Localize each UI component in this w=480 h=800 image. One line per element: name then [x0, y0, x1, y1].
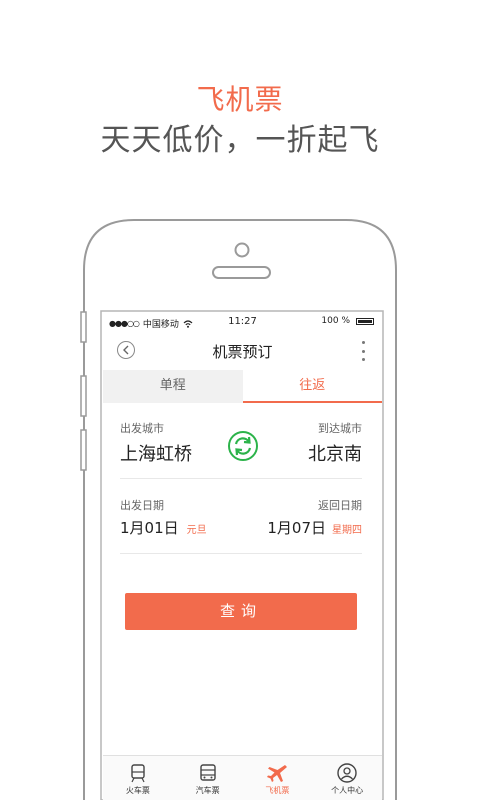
bottom-tab-label: 汽车票 — [195, 786, 220, 795]
divider — [120, 478, 362, 479]
train-icon — [131, 764, 145, 783]
user-icon — [337, 763, 357, 783]
arrival-city-label: 到达城市 — [318, 422, 362, 435]
bottom-tab-label: 火车票 — [125, 786, 150, 795]
tab-one-way[interactable]: 单程 — [103, 370, 243, 403]
navbar: 机票预订 — [103, 335, 382, 367]
tab-round-trip[interactable]: 往返 — [242, 370, 382, 403]
departure-city[interactable]: 上海虹桥 — [120, 440, 192, 466]
bottom-tab-label: 飞机票 — [265, 786, 290, 795]
return-date[interactable]: 1月07日 星期四 — [267, 517, 362, 538]
departure-city-label: 出发城市 — [120, 422, 164, 435]
bottom-tab-flight[interactable]: 飞机票 — [243, 756, 313, 800]
trip-type-tabs: 单程 往返 — [103, 370, 382, 403]
return-date-label: 返回日期 — [318, 499, 362, 512]
depart-date[interactable]: 1月01日 元旦 — [120, 517, 207, 538]
more-menu-button[interactable] — [360, 341, 366, 361]
battery-percent: 100 % — [321, 316, 350, 326]
divider — [120, 553, 362, 554]
bottom-tab-label: 个人中心 — [331, 786, 364, 795]
plane-icon — [267, 765, 288, 782]
arrival-city[interactable]: 北京南 — [308, 440, 362, 466]
search-button[interactable]: 查询 — [125, 593, 357, 630]
battery-icon — [356, 317, 374, 325]
phone-screen: ●●●○○ 中国移动 11:27 100 % 机票预订 单程 往返 出发城市 上… — [103, 313, 382, 800]
volume-switch-icon — [80, 311, 87, 343]
depart-date-value: 1月01日 — [120, 519, 179, 537]
page-title: 机票预订 — [212, 343, 273, 361]
bus-icon — [199, 764, 216, 781]
bottom-tab-bus[interactable]: 汽车票 — [173, 756, 243, 800]
date-selector: 出发日期 1月01日 元旦 返回日期 1月07日 星期四 — [103, 493, 382, 553]
swap-cities-icon[interactable] — [227, 430, 259, 462]
dot-icon — [361, 341, 365, 344]
return-date-value: 1月07日 — [267, 519, 326, 537]
status-bar: ●●●○○ 中国移动 11:27 100 % — [103, 313, 382, 331]
depart-date-label: 出发日期 — [120, 499, 164, 512]
return-date-note: 星期四 — [332, 525, 362, 536]
bottom-tab-bar: 火车票 汽车票 飞机票 个人中心 — [103, 755, 382, 800]
depart-date-note: 元旦 — [186, 525, 207, 536]
city-selector: 出发城市 上海虹桥 到达城市 北京南 — [103, 416, 382, 476]
camera-icon — [234, 242, 250, 258]
dot-icon — [361, 358, 365, 361]
bottom-tab-profile[interactable]: 个人中心 — [312, 756, 382, 800]
speaker-icon — [212, 266, 271, 279]
bottom-tab-train[interactable]: 火车票 — [103, 756, 173, 800]
dot-icon — [361, 349, 365, 353]
